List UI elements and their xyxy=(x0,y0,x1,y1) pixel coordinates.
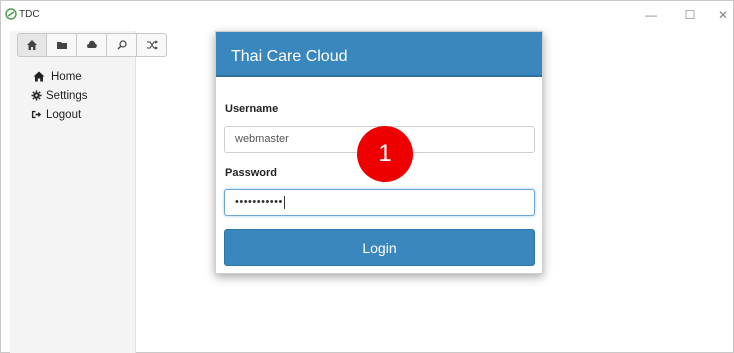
toolbar-shuffle-button[interactable] xyxy=(137,33,167,57)
sidebar-item-logout[interactable]: Logout xyxy=(31,105,88,124)
password-input[interactable]: ••••••••••• xyxy=(224,189,535,216)
title-bar: TDC — ☐ ✕ xyxy=(1,1,733,29)
folder-icon xyxy=(56,42,67,49)
gear-icon xyxy=(31,90,42,101)
sidebar-nav: Home Settings Logout xyxy=(31,67,88,124)
step-number-badge: 1 xyxy=(357,126,413,182)
sidebar-item-label: Logout xyxy=(46,108,82,121)
home-icon xyxy=(27,40,37,50)
app-window: TDC — ☐ ✕ Home Settings Logout Thai Care… xyxy=(0,0,734,353)
sidebar-item-home[interactable]: Home xyxy=(33,67,88,86)
sign-out-icon xyxy=(31,110,42,119)
toolbar-search-button[interactable] xyxy=(107,33,137,57)
close-button[interactable]: ✕ xyxy=(709,5,734,25)
home-icon xyxy=(33,71,45,82)
password-label: Password xyxy=(225,167,277,179)
sidebar-item-label: Settings xyxy=(46,89,88,102)
minimize-button[interactable]: — xyxy=(637,5,665,25)
search-icon xyxy=(117,40,127,50)
window-title: TDC xyxy=(19,9,40,20)
toolbar-folder-button[interactable] xyxy=(47,33,77,57)
maximize-button[interactable]: ☐ xyxy=(676,5,704,25)
sidebar-item-settings[interactable]: Settings xyxy=(31,86,88,105)
text-caret xyxy=(283,195,285,209)
login-button[interactable]: Login xyxy=(224,229,535,266)
toolbar-home-button[interactable] xyxy=(17,33,47,57)
toolbar xyxy=(17,33,173,57)
sidebar-item-label: Home xyxy=(51,70,82,83)
cloud-icon xyxy=(86,40,97,48)
app-logo-icon xyxy=(5,8,17,20)
toolbar-cloud-button[interactable] xyxy=(77,33,107,57)
username-label: Username xyxy=(225,103,279,115)
password-masked-value: ••••••••••• xyxy=(235,196,283,208)
dialog-header: Thai Care Cloud xyxy=(216,32,542,77)
shuffle-icon xyxy=(146,40,158,50)
dialog-title: Thai Care Cloud xyxy=(231,48,348,65)
